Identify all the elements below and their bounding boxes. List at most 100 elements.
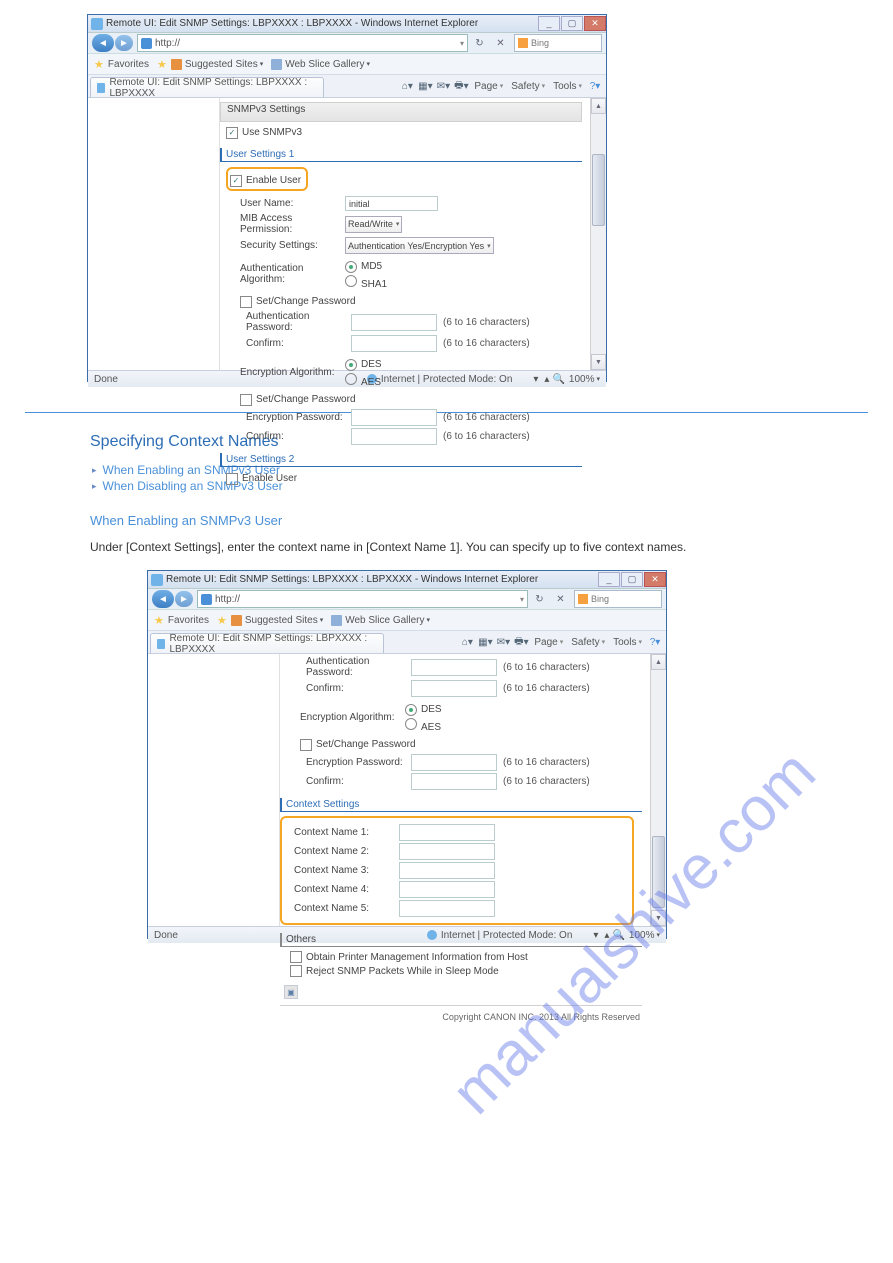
tab-row: Remote UI: Edit SNMP Settings: LBPXXXX :… (148, 631, 666, 654)
enc-confirm-input[interactable] (351, 428, 437, 445)
web-slice-link[interactable]: Web Slice Gallery▾ (271, 59, 370, 70)
security-settings-select[interactable]: Authentication Yes/Encryption Yes▾ (345, 237, 494, 254)
help-icon[interactable]: ?▾ (649, 636, 661, 648)
browser-tab[interactable]: Remote UI: Edit SNMP Settings: LBPXXXX :… (150, 633, 384, 653)
auth-password-input[interactable] (411, 659, 497, 676)
back-button[interactable]: ◄ (152, 590, 174, 608)
favorites-star-icon[interactable]: ★ (94, 58, 104, 71)
stop-button[interactable]: ✕ (491, 34, 510, 52)
close-button[interactable]: ✕ (644, 572, 666, 587)
setchange-enc-pwd-checkbox[interactable] (300, 739, 312, 751)
enc-confirm-input[interactable] (411, 773, 497, 790)
aes-radio[interactable] (405, 718, 417, 730)
mail-icon[interactable]: ✉▾ (497, 636, 509, 648)
address-input[interactable]: http://▾ (197, 590, 528, 608)
enable-user-label: Enable User (246, 175, 301, 186)
back-button[interactable]: ◄ (92, 34, 114, 52)
setchange-enc-pwd-label: Set/Change Password (256, 394, 356, 405)
auth-confirm-input[interactable] (351, 335, 437, 352)
favorites-star-icon[interactable]: ★ (154, 614, 164, 627)
refresh-button[interactable]: ↻ (530, 590, 549, 608)
use-snmpv3-checkbox[interactable] (226, 127, 238, 139)
page-menu[interactable]: Page▾ (474, 81, 503, 92)
print-icon[interactable]: 🖶▾ (515, 636, 527, 648)
tools-menu[interactable]: Tools▾ (553, 81, 582, 92)
minimize-button[interactable]: _ (598, 572, 620, 587)
user-name-input[interactable] (345, 196, 438, 211)
auth-confirm-label: Confirm: (306, 683, 411, 694)
web-slice-link[interactable]: Web Slice Gallery▾ (331, 615, 430, 626)
suggested-sites-link[interactable]: ★Suggested Sites▾ (157, 58, 263, 71)
enable-user-2-label: Enable User (242, 473, 297, 484)
mib-permission-select[interactable]: Read/Write▾ (345, 216, 402, 233)
aes-radio[interactable] (345, 373, 357, 385)
auth-confirm-input[interactable] (411, 680, 497, 697)
context-name-1-input[interactable] (399, 824, 495, 841)
page-menu[interactable]: Page▾ (534, 637, 563, 648)
others-header: Others (280, 933, 642, 947)
address-input[interactable]: http://▾ (137, 34, 468, 52)
favorites-bar: ★ Favorites ★Suggested Sites▾ Web Slice … (148, 610, 666, 631)
scroll-up-button[interactable]: ▲ (591, 98, 606, 114)
scroll-top-button[interactable]: ▣ (284, 985, 298, 999)
mail-icon[interactable]: ✉▾ (437, 80, 449, 92)
home-icon[interactable]: ⌂▾ (401, 80, 413, 92)
close-button[interactable]: ✕ (584, 16, 606, 31)
maximize-button[interactable]: ▢ (621, 572, 643, 587)
sha1-radio[interactable] (345, 275, 357, 287)
md5-radio[interactable] (345, 261, 357, 273)
context-name-3-input[interactable] (399, 862, 495, 879)
context-name-5-input[interactable] (399, 900, 495, 917)
safety-menu[interactable]: Safety▾ (571, 637, 605, 648)
auth-password-input[interactable] (351, 314, 437, 331)
setchange-enc-pwd-checkbox[interactable] (240, 394, 252, 406)
search-input[interactable]: Bing (574, 590, 662, 608)
des-radio[interactable] (405, 704, 417, 716)
ie-page-icon (141, 38, 152, 49)
enable-user-2-checkbox[interactable] (226, 473, 238, 485)
auth-pwd-hint: (6 to 16 characters) (443, 317, 530, 328)
refresh-button[interactable]: ↻ (470, 34, 489, 52)
scroll-thumb[interactable] (652, 836, 665, 908)
context-name-2-input[interactable] (399, 843, 495, 860)
minimize-button[interactable]: _ (538, 16, 560, 31)
tools-menu[interactable]: Tools▾ (613, 637, 642, 648)
enc-confirm-hint: (6 to 16 characters) (503, 776, 590, 787)
home-icon[interactable]: ⌂▾ (461, 636, 473, 648)
vertical-scrollbar[interactable]: ▲ ▼ (590, 98, 606, 370)
suggested-sites-link[interactable]: ★Suggested Sites▾ (217, 614, 323, 627)
scroll-down-button[interactable]: ▼ (591, 354, 606, 370)
setchange-auth-pwd-checkbox[interactable] (240, 296, 252, 308)
scroll-down-button[interactable]: ▼ (651, 910, 666, 926)
enable-user-highlight: Enable User (226, 167, 308, 191)
scroll-thumb[interactable] (592, 154, 605, 226)
browser-tab[interactable]: Remote UI: Edit SNMP Settings: LBPXXXX :… (90, 77, 324, 97)
des-label: DES (361, 359, 382, 370)
window-icon (91, 18, 103, 30)
safety-menu[interactable]: Safety▾ (511, 81, 545, 92)
screenshot-context-settings: Remote UI: Edit SNMP Settings: LBPXXXX :… (147, 570, 667, 939)
enc-password-input[interactable] (351, 409, 437, 426)
des-radio[interactable] (345, 359, 357, 371)
user-settings-1-header: User Settings 1 (220, 148, 582, 162)
context-highlight: Context Name 1: Context Name 2: Context … (280, 816, 634, 925)
scroll-up-button[interactable]: ▲ (651, 654, 666, 670)
forward-button[interactable]: ► (115, 35, 133, 51)
enable-user-checkbox[interactable] (230, 175, 242, 187)
enc-password-input[interactable] (411, 754, 497, 771)
obtain-info-checkbox[interactable] (290, 951, 302, 963)
help-icon[interactable]: ?▾ (589, 80, 601, 92)
tab-favicon-icon (157, 639, 165, 649)
address-bar-row: ◄ ► http://▾ ↻ ✕ Bing (148, 589, 666, 610)
feeds-icon[interactable]: ▦▾ (419, 80, 431, 92)
forward-button[interactable]: ► (175, 591, 193, 607)
vertical-scrollbar[interactable]: ▲ ▼ (650, 654, 666, 926)
search-input[interactable]: Bing (514, 34, 602, 52)
context-name-4-input[interactable] (399, 881, 495, 898)
print-icon[interactable]: 🖶▾ (455, 80, 467, 92)
stop-button[interactable]: ✕ (551, 590, 570, 608)
feeds-icon[interactable]: ▦▾ (479, 636, 491, 648)
auth-pwd-hint: (6 to 16 characters) (503, 662, 590, 673)
maximize-button[interactable]: ▢ (561, 16, 583, 31)
reject-snmp-checkbox[interactable] (290, 965, 302, 977)
